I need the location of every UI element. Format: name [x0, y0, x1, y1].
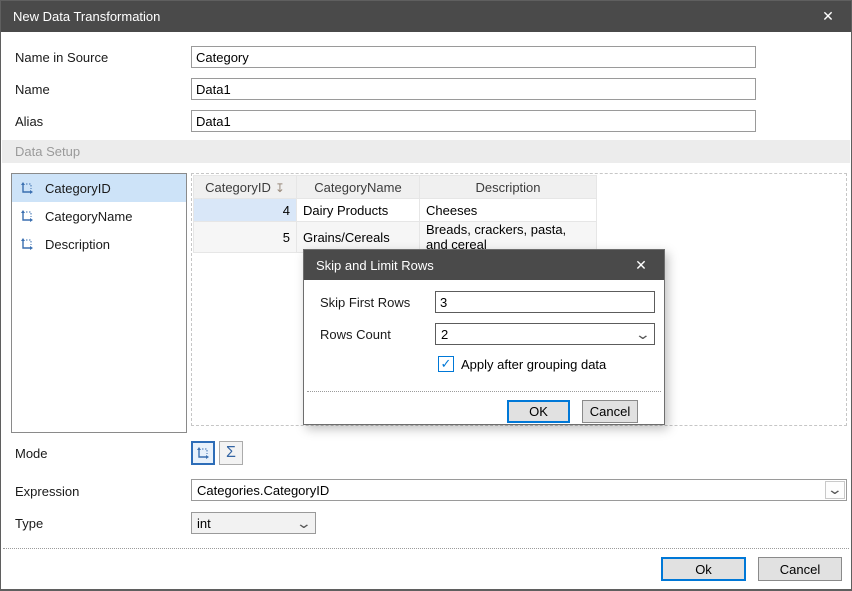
dimension-icon	[19, 180, 35, 196]
grid-cell: Grains/Cereals	[297, 222, 420, 253]
alias-input[interactable]	[191, 110, 756, 132]
list-item-label: Description	[45, 237, 110, 252]
grid-cell: Dairy Products	[297, 199, 420, 222]
list-item-categoryname[interactable]: CategoryName	[12, 202, 186, 230]
name-in-source-label: Name in Source	[15, 50, 108, 65]
dimension-icon	[195, 445, 211, 461]
modal-ok-button[interactable]: OK	[507, 400, 570, 423]
type-label: Type	[15, 516, 43, 531]
expression-label: Expression	[15, 484, 79, 499]
chevron-down-icon: ⌄	[827, 484, 843, 494]
type-value: int	[192, 516, 298, 531]
mode-sum-button[interactable]: Σ	[219, 441, 243, 465]
alias-label: Alias	[15, 114, 43, 129]
grid-row: 5 Grains/Cereals Breads, crackers, pasta…	[194, 222, 597, 253]
expression-value: Categories.CategoryID	[192, 483, 824, 498]
close-icon[interactable]: ✕	[817, 6, 839, 28]
data-setup-label: Data Setup	[15, 144, 80, 159]
rows-count-combobox[interactable]: 2 ⌄	[435, 323, 655, 345]
modal-separator	[307, 391, 661, 392]
cancel-button[interactable]: Cancel	[758, 557, 842, 581]
apply-after-grouping-label: Apply after grouping data	[461, 357, 606, 372]
grid-header-categoryid[interactable]: CategoryID↧	[194, 176, 297, 199]
close-icon[interactable]: ✕	[630, 254, 652, 276]
skip-and-limit-rows-dialog: Skip and Limit Rows ✕ Skip First Rows Ro…	[303, 249, 665, 425]
modal-cancel-button[interactable]: Cancel	[582, 400, 638, 423]
sort-descending-icon[interactable]: ↧	[275, 181, 285, 195]
dimension-icon	[19, 236, 35, 252]
apply-after-grouping-checkbox[interactable]: ✓	[438, 356, 454, 372]
data-setup-section-header: Data Setup	[2, 140, 850, 163]
rows-count-value: 2	[436, 327, 637, 342]
new-data-transformation-dialog: New Data Transformation ✕ Name in Source…	[0, 0, 852, 591]
field-list: CategoryID CategoryName	[11, 173, 187, 433]
name-input[interactable]	[191, 78, 756, 100]
modal-titlebar: Skip and Limit Rows ✕	[304, 250, 664, 280]
expression-dropdown-button[interactable]: ⌄	[825, 481, 845, 499]
grid-cell: 4	[194, 199, 297, 222]
rows-count-label: Rows Count	[320, 327, 391, 342]
modal-title: Skip and Limit Rows	[316, 258, 630, 273]
dimension-icon	[19, 208, 35, 224]
window-title: New Data Transformation	[13, 9, 817, 24]
grid-header-row: CategoryID↧ CategoryName Description	[194, 176, 597, 199]
mode-dimension-button[interactable]	[191, 441, 215, 465]
list-item-label: CategoryID	[45, 181, 111, 196]
list-item-categoryid[interactable]: CategoryID	[12, 174, 186, 202]
data-preview-grid: CategoryID↧ CategoryName Description 4 D…	[193, 175, 597, 253]
footer-separator	[3, 548, 849, 549]
grid-cell: 5	[194, 222, 297, 253]
grid-cell: Breads, crackers, pasta, and cereal	[420, 222, 597, 253]
grid-header-description[interactable]: Description	[420, 176, 597, 199]
grid-row: 4 Dairy Products Cheeses	[194, 199, 597, 222]
sigma-icon: Σ	[226, 445, 236, 461]
skip-first-rows-input[interactable]	[435, 291, 655, 313]
mode-label: Mode	[15, 446, 48, 461]
grid-cell: Cheeses	[420, 199, 597, 222]
chevron-down-icon: ⌄	[296, 518, 312, 528]
list-item-description[interactable]: Description	[12, 230, 186, 258]
list-item-label: CategoryName	[45, 209, 132, 224]
name-in-source-input[interactable]	[191, 46, 756, 68]
grid-header-categoryname[interactable]: CategoryName	[297, 176, 420, 199]
name-label: Name	[15, 82, 50, 97]
type-combobox[interactable]: int ⌄	[191, 512, 316, 534]
ok-button[interactable]: Ok	[661, 557, 746, 581]
check-icon: ✓	[441, 356, 452, 372]
skip-first-rows-label: Skip First Rows	[320, 295, 410, 310]
chevron-down-icon: ⌄	[635, 329, 651, 339]
expression-combobox[interactable]: Categories.CategoryID ⌄	[191, 479, 847, 501]
titlebar: New Data Transformation ✕	[1, 1, 851, 32]
